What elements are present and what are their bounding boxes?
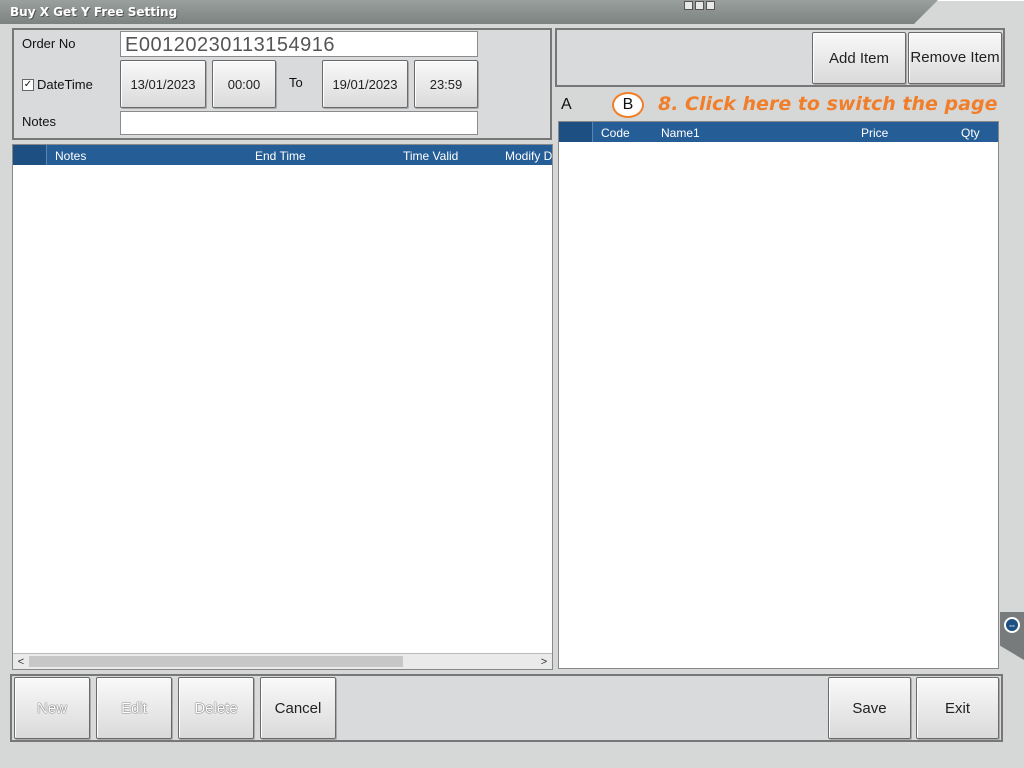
datetime-checkbox[interactable]: ✓	[22, 78, 34, 91]
remove-item-button[interactable]: Remove Item	[908, 32, 1002, 84]
datetime-toggle[interactable]: ✓ DateTime	[22, 77, 93, 92]
side-drawer-handle[interactable]: ⇔	[1000, 612, 1024, 660]
side-drawer-icon[interactable]: ⇔	[1004, 617, 1020, 633]
promotion-grid-header: Notes End Time Time Valid Modify D	[13, 145, 552, 165]
column-header-price[interactable]: Price	[861, 126, 888, 140]
save-button[interactable]: Save	[828, 677, 911, 739]
delete-button[interactable]: Delete	[178, 677, 254, 739]
chevron-right-icon[interactable]: >	[536, 654, 552, 670]
start-time-button[interactable]: 00:00	[212, 60, 276, 108]
item-list-grid[interactable]: Code Name1 Price Qty	[558, 121, 999, 669]
grid-icon[interactable]	[684, 1, 693, 10]
title-bar: Buy X Get Y Free Setting	[0, 0, 1024, 24]
horizontal-scrollbar[interactable]: < >	[13, 653, 552, 669]
scrollbar-thumb[interactable]	[29, 656, 403, 667]
end-time-button[interactable]: 23:59	[414, 60, 478, 108]
column-header-qty[interactable]: Qty	[961, 126, 980, 140]
restore-icon[interactable]	[706, 1, 715, 10]
column-header-end-time[interactable]: End Time	[255, 149, 306, 163]
title-tab-notch	[914, 0, 1024, 24]
column-header-code[interactable]: Code	[601, 126, 630, 140]
chevron-down-icon[interactable]	[695, 1, 704, 10]
column-header-notes[interactable]: Notes	[55, 149, 86, 163]
cancel-button[interactable]: Cancel	[260, 677, 336, 739]
end-date-button[interactable]: 19/01/2023	[322, 60, 408, 108]
chevron-left-icon[interactable]: <	[13, 654, 29, 670]
order-no-field[interactable]: E00120230113154916	[120, 31, 478, 57]
exit-button[interactable]: Exit	[916, 677, 999, 739]
page-tab-a[interactable]: A	[561, 96, 572, 114]
new-button[interactable]: New	[14, 677, 90, 739]
column-header-modify-date[interactable]: Modify D	[505, 149, 552, 163]
page-tab-b-label: B	[622, 96, 634, 113]
promotion-list-grid[interactable]: Notes End Time Time Valid Modify D < >	[12, 144, 553, 670]
item-grid-header: Code Name1 Price Qty	[559, 122, 998, 142]
column-header-name1[interactable]: Name1	[661, 126, 700, 140]
to-label: To	[289, 75, 303, 90]
page-tab-b[interactable]: B	[612, 92, 644, 118]
window-title: Buy X Get Y Free Setting	[10, 5, 178, 19]
edit-button[interactable]: Edit	[96, 677, 172, 739]
datetime-label: DateTime	[37, 77, 93, 92]
add-item-button[interactable]: Add Item	[812, 32, 906, 84]
row-selector-header	[559, 122, 593, 142]
start-date-button[interactable]: 13/01/2023	[120, 60, 206, 108]
notes-label: Notes	[22, 114, 56, 129]
order-no-label: Order No	[22, 36, 76, 51]
switch-page-hint: 8. Click here to switch the page	[658, 93, 998, 115]
column-header-time-valid[interactable]: Time Valid	[403, 149, 458, 163]
notes-field[interactable]	[120, 111, 478, 135]
row-selector-header	[13, 145, 47, 165]
window-controls[interactable]	[684, 1, 715, 13]
